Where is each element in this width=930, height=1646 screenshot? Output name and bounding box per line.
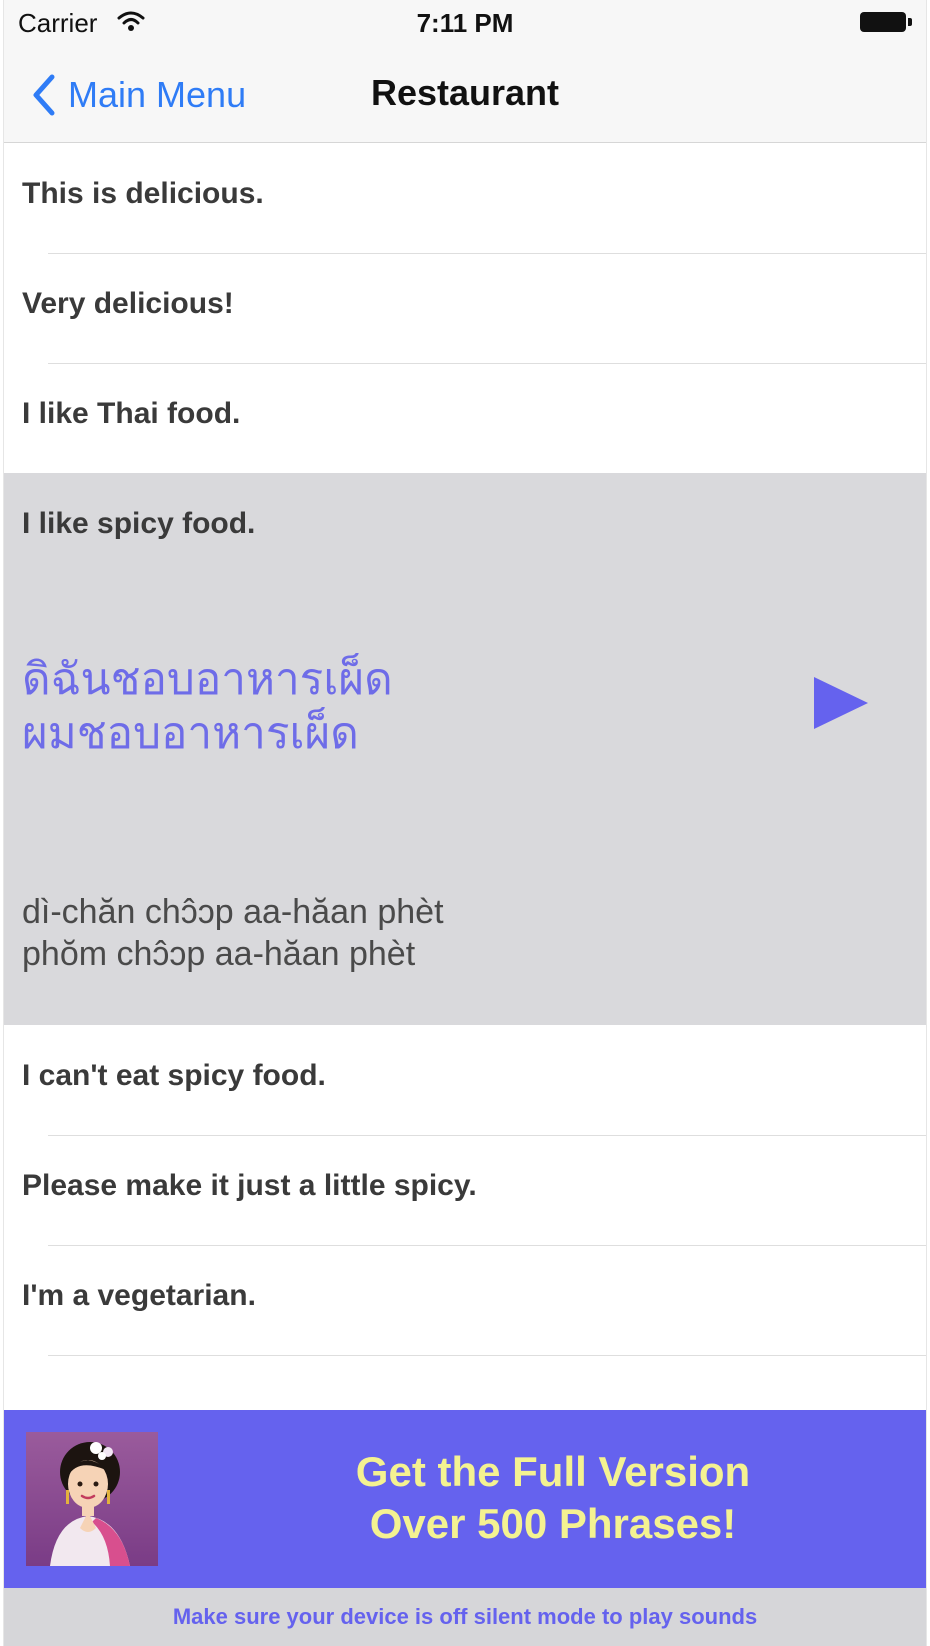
phrase-label: Please make it just a little spicy. xyxy=(22,1169,477,1202)
sound-hint-text: Make sure your device is off silent mode… xyxy=(172,1604,758,1629)
thai-translation: ดิฉันชอบอาหารเผ็ด ผมชอบอาหารเผ็ด xyxy=(22,653,393,761)
page-title: Restaurant xyxy=(370,72,560,113)
banner-line-1: Get the Full Version xyxy=(355,1448,751,1495)
phrase-row[interactable]: I like Thai food. xyxy=(4,363,926,473)
phrase-row[interactable]: Please make it just a little spicy. xyxy=(4,1135,926,1246)
upgrade-banner[interactable]: Get the Full Version Over 500 Phrases! xyxy=(4,1410,926,1588)
phrase-row[interactable]: I'm a vegetarian. xyxy=(4,1245,926,1356)
row-divider xyxy=(48,1355,926,1356)
phrase-label: This is delicious. xyxy=(22,177,264,210)
status-time: 7:11 PM xyxy=(416,8,514,38)
phrase-row-expanded[interactable]: I like spicy food. ดิฉันชอบอาหารเผ็ด ผมช… xyxy=(4,473,926,1025)
phrase-label: I like Thai food. xyxy=(22,397,241,430)
phrase-row[interactable]: Very delicious! xyxy=(4,253,926,364)
phrase-list: This is delicious. Very delicious! I lik… xyxy=(4,143,926,1356)
status-bar: Carrier 7:11 PM xyxy=(4,0,926,44)
banner-line-2: Over 500 Phrases! xyxy=(369,1500,737,1547)
app-screen: Carrier 7:11 PM Main Menu Restaurant Thi… xyxy=(4,0,926,1646)
banner-text: Get the Full Version Over 500 Phrases! xyxy=(200,1446,906,1550)
phrase-row[interactable]: I can't eat spicy food. xyxy=(4,1025,926,1136)
sound-hint-footer: Make sure your device is off silent mode… xyxy=(4,1588,926,1646)
navigation-bar: Main Menu Restaurant xyxy=(4,44,926,143)
romanization: dì-chăn chɔ̂ɔp aa-hăan phèt phŏm chɔ̂ɔp … xyxy=(22,891,444,975)
phrase-label: I like spicy food. xyxy=(22,507,256,540)
phrase-label: I can't eat spicy food. xyxy=(22,1059,326,1092)
romanization-line-2: phŏm chɔ̂ɔp aa-hăan phèt xyxy=(22,935,416,973)
romanization-line-1: dì-chăn chɔ̂ɔp aa-hăan phèt xyxy=(22,893,444,931)
play-icon[interactable] xyxy=(810,673,870,733)
thai-girl-avatar xyxy=(26,1432,158,1566)
phrase-row[interactable]: This is delicious. xyxy=(4,143,926,254)
battery-icon xyxy=(860,12,912,32)
phrase-label: Very delicious! xyxy=(22,287,234,320)
thai-line-1: ดิฉันชอบอาหารเผ็ด xyxy=(22,655,393,704)
phrase-label: I'm a vegetarian. xyxy=(22,1279,256,1312)
thai-line-2: ผมชอบอาหารเผ็ด xyxy=(22,709,359,758)
